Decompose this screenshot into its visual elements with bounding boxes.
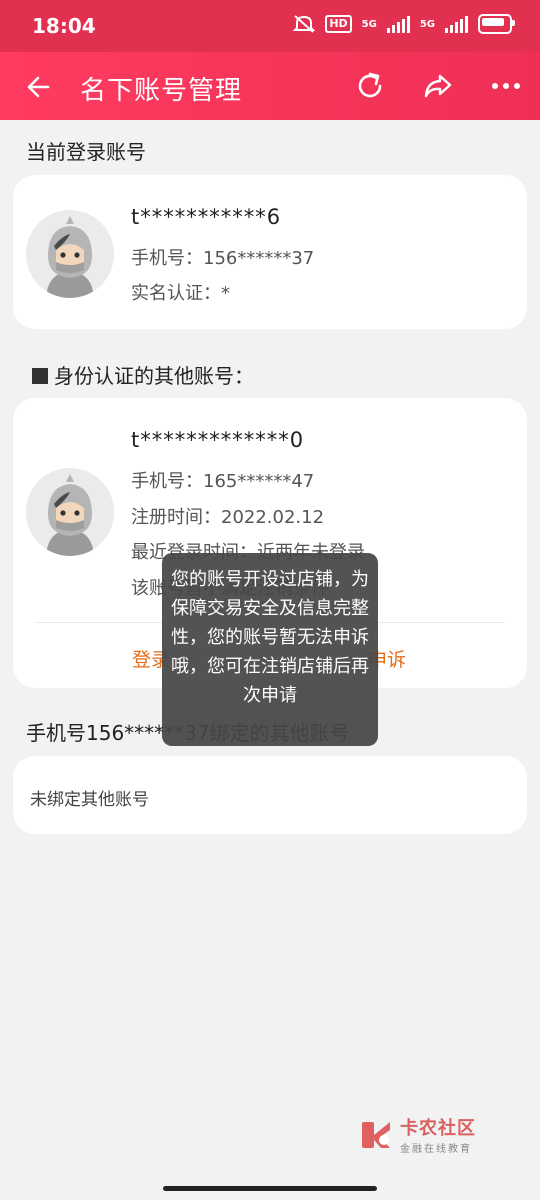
watermark-brand: 卡农社区 bbox=[400, 1118, 476, 1139]
phone-label: 手机号： bbox=[131, 248, 203, 269]
hd-badge: HD bbox=[325, 15, 352, 33]
toast-message: 您的账号开设过店铺，为保障交易安全及信息完整性，您的账号暂无法申诉哦，您可在注销… bbox=[162, 553, 378, 746]
phone-row: 手机号：165******47 bbox=[131, 467, 314, 493]
ninja-avatar-icon bbox=[26, 468, 114, 556]
ninja-avatar-icon bbox=[26, 210, 114, 298]
battery-icon bbox=[478, 14, 515, 34]
home-indicator[interactable] bbox=[163, 1186, 377, 1191]
realname-value: * bbox=[221, 283, 230, 304]
bound-accounts-card: 未绑定其他账号 bbox=[13, 756, 527, 834]
clock: 18:04 bbox=[32, 14, 96, 38]
more-icon[interactable] bbox=[488, 68, 524, 104]
signal-icon-1 bbox=[386, 15, 410, 33]
other-accounts-label: 身份认证的其他账号： bbox=[54, 364, 254, 388]
refresh-icon[interactable] bbox=[352, 68, 388, 104]
mute-icon bbox=[293, 15, 316, 33]
signal-icon-2 bbox=[445, 15, 468, 33]
network-5g-1: 5G bbox=[361, 18, 377, 30]
toast-text: 您的账号开设过店铺，为保障交易安全及信息完整性，您的账号暂无法申诉哦，您可在注销… bbox=[171, 569, 369, 706]
status-icons: HD 5G 5G bbox=[293, 14, 515, 34]
page-title: 名下账号管理 bbox=[80, 76, 243, 106]
register-value: 2022.02.12 bbox=[221, 507, 325, 528]
share-icon[interactable] bbox=[420, 68, 456, 104]
kanong-logo-icon bbox=[362, 1121, 390, 1148]
current-account-card: t***********6 手机号：156******37 实名认证：* bbox=[13, 175, 527, 329]
phone-label: 手机号： bbox=[131, 471, 203, 492]
nav-bar: 名下账号管理 bbox=[0, 52, 540, 120]
avatar bbox=[26, 468, 114, 556]
account-name: t***********6 bbox=[131, 205, 282, 229]
phone-value: 165******47 bbox=[203, 471, 315, 492]
register-label: 注册时间： bbox=[131, 507, 221, 528]
phone-value: 156******37 bbox=[203, 248, 315, 269]
account-name: t*************0 bbox=[131, 428, 305, 452]
empty-bound-text: 未绑定其他账号 bbox=[30, 790, 149, 810]
avatar bbox=[26, 210, 114, 298]
redaction-mark bbox=[32, 368, 48, 384]
status-bar: 18:04 HD 5G 5G bbox=[0, 0, 540, 52]
current-account-label: 当前登录账号 bbox=[26, 140, 146, 164]
network-5g-2: 5G bbox=[419, 18, 435, 30]
realname-label: 实名认证： bbox=[131, 283, 221, 304]
register-row: 注册时间：2022.02.12 bbox=[131, 503, 324, 529]
watermark-slogan: 金融在线教育 bbox=[400, 1144, 472, 1155]
watermark-text: 卡农社区 金融在线教育 bbox=[400, 1114, 476, 1155]
back-arrow-icon[interactable] bbox=[22, 70, 56, 104]
watermark: 卡农社区 金融在线教育 bbox=[360, 1114, 476, 1155]
realname-row: 实名认证：* bbox=[131, 279, 230, 305]
phone-row: 手机号：156******37 bbox=[131, 244, 314, 270]
